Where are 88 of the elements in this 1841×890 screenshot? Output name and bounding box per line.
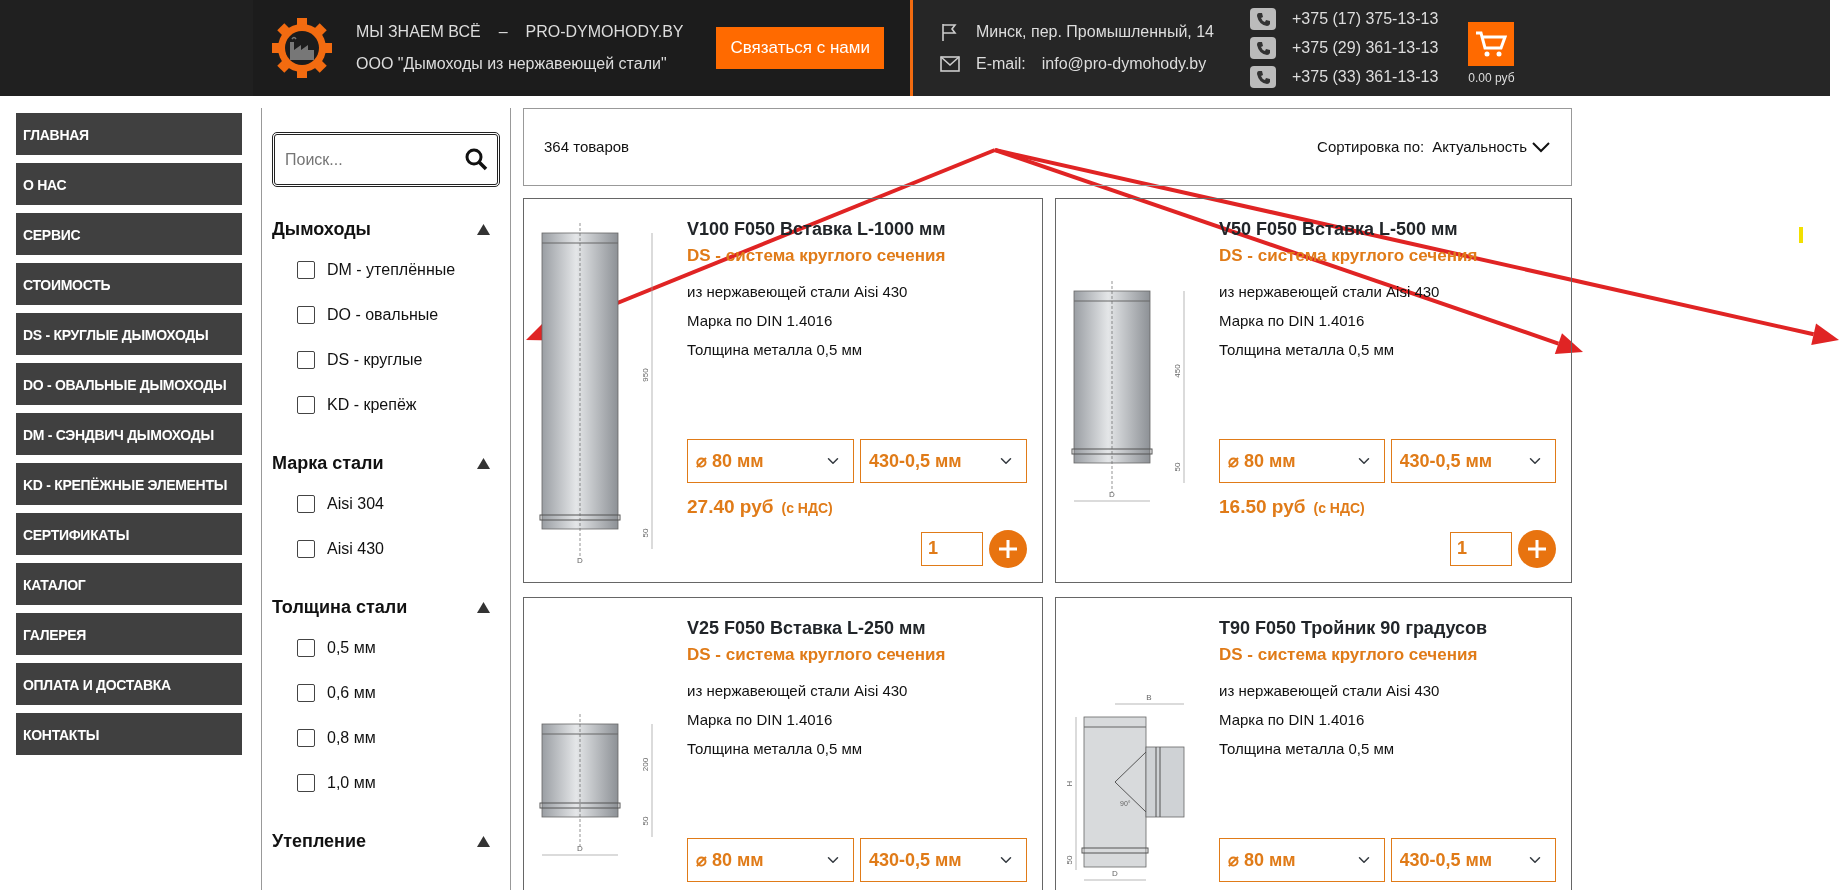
product-count: 364 товаров [544, 136, 630, 157]
filter-checkbox[interactable] [297, 305, 315, 324]
nav-link[interactable]: КОНТАКТЫ [16, 713, 242, 755]
filter-option-label: Aisi 304 [327, 493, 384, 514]
filter-option-label: 0,8 мм [327, 727, 376, 748]
slogan-text: МЫ ЗНАЕМ ВСЁ [356, 22, 481, 42]
add-to-cart-button[interactable] [1518, 529, 1556, 568]
filter-checkbox[interactable] [297, 773, 315, 792]
filter-checkbox[interactable] [297, 494, 315, 513]
phone-number: +375 (29) 361-13-13 [1292, 38, 1439, 58]
cart-total: 0.00 руб [1468, 69, 1515, 87]
factory-gear-logo [272, 18, 332, 78]
plus-icon [998, 538, 1018, 559]
filter-option-label: DM - утеплённые [327, 259, 456, 280]
add-to-cart-button[interactable] [989, 529, 1027, 568]
product-detail: Толщина металла 0,5 мм [687, 739, 864, 759]
pipe-drawing: 950 50 D [532, 213, 682, 563]
cart-button[interactable] [1468, 21, 1515, 66]
product-detail: Толщина металла 0,5 мм [687, 340, 864, 360]
plus-icon [1527, 538, 1547, 559]
product-price: 27.40 руб (с НДС) [687, 495, 834, 519]
nav-link[interactable]: О НАС [16, 163, 242, 205]
product-detail: Толщина металла 0,5 мм [1219, 739, 1396, 759]
product-series: DS - система круглого сечения [687, 644, 947, 666]
product-detail: Марка по DIN 1.4016 [1219, 311, 1366, 331]
nav-link[interactable]: DM - СЭНДВИЧ ДЫМОХОДЫ [16, 413, 242, 455]
product-detail: Марка по DIN 1.4016 [687, 311, 834, 331]
phone-icon [1250, 66, 1276, 88]
filter-checkbox[interactable] [297, 638, 315, 657]
product-detail: Марка по DIN 1.4016 [687, 710, 834, 730]
filter-group-title: Толщина стали [272, 595, 408, 619]
phone-number: +375 (17) 375-13-13 [1292, 9, 1439, 29]
nav-link[interactable]: ГАЛЕРЕЯ [16, 613, 242, 655]
pipe-drawing: 200 50 D [532, 612, 682, 890]
nav-link[interactable]: ОПЛАТА И ДОСТАВКА [16, 663, 242, 705]
collapse-icon[interactable] [477, 457, 490, 469]
sort-dropdown[interactable]: Сортировка по: Актуальность [1317, 135, 1551, 159]
product-detail: Толщина металла 0,5 мм [1219, 340, 1396, 360]
filter-checkbox[interactable] [297, 260, 315, 279]
product-price: 16.50 руб (с НДС) [1219, 495, 1366, 519]
search-icon[interactable] [464, 147, 488, 171]
nav-link[interactable]: КАТАЛОГ [16, 563, 242, 605]
phone-number: +375 (33) 361-13-13 [1292, 67, 1439, 87]
nav-link[interactable]: KD - КРЕПЁЖНЫЕ ЭЛЕМЕНТЫ [16, 463, 242, 505]
phone-icon [1250, 37, 1276, 59]
company-name: ООО "Дымоходы из нержавеющей стали" [356, 54, 668, 74]
filter-option-label: 0,5 мм [327, 637, 376, 658]
dash-text: – [498, 22, 508, 42]
filter-group-title: Дымоходы [272, 217, 371, 241]
collapse-icon[interactable] [477, 223, 490, 235]
filter-option-label: 1,0 мм [327, 772, 376, 793]
filter-checkbox[interactable] [297, 350, 315, 369]
nav-link[interactable]: СЕРТИФИКАТЫ [16, 513, 242, 555]
filter-checkbox[interactable] [297, 683, 315, 702]
envelope-icon [940, 56, 960, 72]
pipe-drawing: 450 50 D [1064, 213, 1214, 563]
search-field[interactable]: Поиск... [272, 132, 500, 187]
address-text: Минск, пер. Промышленный, 14 [976, 22, 1214, 42]
filter-option-label: Aisi 430 [327, 538, 384, 559]
collapse-icon[interactable] [477, 835, 490, 847]
filter-group-title: Утепление [272, 829, 367, 853]
product-title[interactable]: V25 F050 Вставка L-250 мм [687, 616, 1027, 640]
filter-option-label: KD - крепёж [327, 394, 417, 415]
site-name: PRO-DYMOHODY.BY [525, 22, 684, 42]
filter-group-title: Марка стали [272, 451, 384, 475]
product-detail: из нержавеющей стали Aisi 430 [1219, 681, 1441, 701]
filter-checkbox[interactable] [297, 728, 315, 747]
filter-checkbox[interactable] [297, 539, 315, 558]
email-link[interactable]: info@pro-dymohody.by [1041, 48, 1207, 80]
nav-link[interactable]: DS - КРУГЛЫЕ ДЫМОХОДЫ [16, 313, 242, 355]
collapse-icon[interactable] [477, 601, 490, 613]
nav-link[interactable]: СТОИМОСТЬ [16, 263, 242, 305]
filter-option-label: 0,6 мм [327, 682, 376, 703]
filter-option-label: DS - круглые [327, 349, 423, 370]
filter-option-label: DO - овальные [327, 304, 439, 325]
nav-link[interactable]: ГЛАВНАЯ [16, 113, 242, 155]
filter-checkbox[interactable] [297, 395, 315, 414]
highlight-mark [1799, 227, 1803, 243]
phone-icon [1250, 8, 1276, 30]
nav-link[interactable]: СЕРВИС [16, 213, 242, 255]
chevron-down-icon [1531, 141, 1551, 153]
email-label: E-mail: [976, 54, 1026, 74]
nav-link[interactable]: DO - ОВАЛЬНЫЕ ДЫМОХОДЫ [16, 363, 242, 405]
product-title[interactable]: T90 F050 Тройник 90 градусов [1219, 616, 1556, 640]
product-detail: Марка по DIN 1.4016 [1219, 710, 1366, 730]
product-series: DS - система круглого сечения [1219, 644, 1479, 666]
product-detail: из нержавеющей стали Aisi 430 [687, 681, 909, 701]
product-detail: из нержавеющей стали Aisi 430 [687, 282, 909, 302]
